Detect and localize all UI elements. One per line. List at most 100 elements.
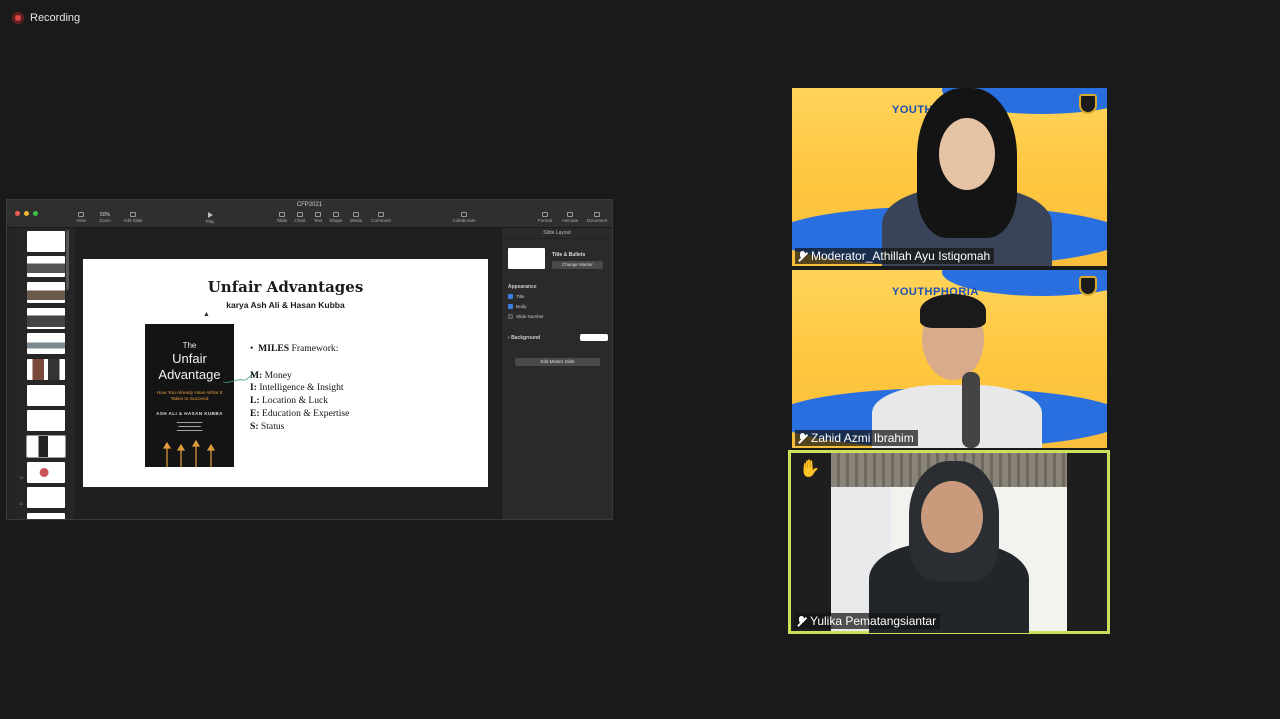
miles-framework-list: • MILES Framework: M: Money I: Intellige… xyxy=(250,343,349,433)
book-cover-tagline: How You Already Have What It Takes to Su… xyxy=(156,391,223,403)
zoom-window-icon[interactable] xyxy=(33,211,38,216)
view-icon xyxy=(78,212,84,217)
mic-muted-icon xyxy=(797,615,806,627)
appearance-heading: Appearance xyxy=(508,284,537,290)
animate-button[interactable]: Animate xyxy=(558,212,582,223)
mouse-cursor-icon: ▲ xyxy=(203,311,210,318)
shield-logo-icon xyxy=(1079,94,1097,114)
view-button[interactable]: View xyxy=(69,212,93,223)
participant-figure xyxy=(872,290,1042,448)
slide-thumbnail[interactable] xyxy=(27,385,65,406)
book-cover-image: The Unfair Advantage How You Already Hav… xyxy=(145,324,234,467)
slide-thumbnail[interactable] xyxy=(27,359,65,380)
animate-icon xyxy=(567,212,573,217)
background-heading[interactable]: › Background xyxy=(508,335,540,341)
microphone-icon xyxy=(962,372,980,448)
inspector-tab-slide-layout[interactable]: Slide Layout xyxy=(502,228,612,239)
book-cover-blurb: ▬▬▬▬▬▬▬▬ ▬▬▬▬▬▬▬ ▬▬▬▬▬▬▬▬ xyxy=(176,420,203,433)
change-master-button[interactable]: Change Master xyxy=(552,261,603,269)
media-button[interactable]: Media xyxy=(344,212,368,223)
participant-name-tag: Moderator_Athillah Ayu Istiqomah xyxy=(795,248,995,264)
recording-label: Recording xyxy=(30,12,81,24)
media-icon xyxy=(353,212,359,217)
slide-number-checkbox[interactable]: Slide Number xyxy=(508,314,544,319)
edit-master-slide-button[interactable]: Edit Master Slide xyxy=(515,358,600,366)
slide-canvas[interactable]: Unfair Advantages karya Ash Ali & Hasan … xyxy=(75,228,501,519)
slide-thumbnail[interactable] xyxy=(27,487,65,508)
master-preview[interactable] xyxy=(508,248,545,269)
slide-thumbnail[interactable] xyxy=(27,333,65,354)
table-icon xyxy=(279,212,285,217)
document-button[interactable]: Document xyxy=(585,212,609,223)
book-cover-the: The xyxy=(182,341,197,350)
participant-video-tile[interactable]: YOUTHPHORIA Zahid Azmi Ibrahim xyxy=(792,270,1107,448)
zoom-button[interactable]: 50% Zoom xyxy=(93,212,117,223)
slide-subtitle: karya Ash Ali & Hasan Kubba xyxy=(226,300,345,310)
participant-name-tag: Yulika Pematangsiantar xyxy=(794,613,941,629)
slide-thumbnail-selected[interactable] xyxy=(27,436,65,457)
play-icon xyxy=(207,212,213,218)
mic-muted-icon xyxy=(798,250,807,262)
format-brush-icon xyxy=(542,212,548,217)
current-slide[interactable]: Unfair Advantages karya Ash Ali & Hasan … xyxy=(83,259,488,487)
collaborate-button[interactable]: Collaborate xyxy=(451,212,477,223)
checkbox-checked-icon xyxy=(508,294,513,299)
participant-name-tag: Zahid Azmi Ibrahim xyxy=(795,430,918,446)
slide-thumbnail[interactable] xyxy=(27,308,65,329)
window-controls xyxy=(15,211,38,216)
meeting-window: Recording CFP2021 View 50% Zoom Add Slide… xyxy=(0,0,1280,719)
slide-thumbnail[interactable] xyxy=(27,462,65,483)
framework-item: L: Location & Luck xyxy=(250,395,329,407)
framework-heading: • MILES Framework: xyxy=(250,343,339,354)
participant-video-tile[interactable]: YOUTHPHORIA Moderator_Athillah Ayu Istiq… xyxy=(792,88,1107,266)
participant-figure xyxy=(882,88,1052,266)
title-checkbox[interactable]: Title xyxy=(508,294,525,299)
shield-logo-icon xyxy=(1079,276,1097,296)
mic-muted-icon xyxy=(798,432,807,444)
book-cover-arrows-graphic xyxy=(162,439,216,467)
book-cover-title-line2: Advantage xyxy=(158,367,221,382)
shared-screen[interactable]: CFP2021 View 50% Zoom Add Slide Play Tabl… xyxy=(6,199,613,520)
chart-icon xyxy=(297,212,303,217)
play-button[interactable]: Play xyxy=(198,212,222,224)
minimize-window-icon[interactable] xyxy=(24,211,29,216)
book-cover-title-line1: Unfair xyxy=(172,351,207,366)
add-slide-button[interactable]: Add Slide xyxy=(121,212,145,223)
participant-name: Moderator_Athillah Ayu Istiqomah xyxy=(811,249,991,263)
slide-navigator[interactable]: 10 11 xyxy=(15,228,73,519)
slide-thumbnail[interactable] xyxy=(27,410,65,431)
document-icon xyxy=(594,212,600,217)
text-icon xyxy=(315,212,321,217)
collaborate-icon xyxy=(461,212,467,217)
document-title: CFP2021 xyxy=(296,202,323,208)
slide-thumbnail[interactable] xyxy=(27,231,65,252)
participant-name: Yulika Pematangsiantar xyxy=(810,614,937,628)
slide-thumbnail[interactable] xyxy=(27,256,65,277)
recording-indicator[interactable]: Recording xyxy=(12,12,80,24)
add-slide-icon xyxy=(130,212,136,217)
format-button[interactable]: Format xyxy=(533,212,557,223)
comment-button[interactable]: Comment xyxy=(369,212,393,223)
active-speaker-tile[interactable]: ✋ Yulika Pematangsiantar xyxy=(788,450,1110,634)
framework-item: I: Intelligence & Insight xyxy=(250,382,344,394)
shape-icon xyxy=(333,212,339,217)
background-color-well[interactable] xyxy=(580,334,608,341)
format-inspector[interactable]: Slide Layout Title & Bullets Change Mast… xyxy=(501,228,612,519)
slide-title: Unfair Advantages xyxy=(207,278,364,296)
layout-name: Title & Bullets xyxy=(552,252,586,258)
navigator-scrollbar[interactable] xyxy=(66,230,69,290)
keynote-toolbar: CFP2021 View 50% Zoom Add Slide Play Tabl… xyxy=(7,200,612,228)
recording-dot-icon xyxy=(12,12,24,24)
checkbox-checked-icon xyxy=(508,304,513,309)
book-cover-curl-graphic xyxy=(223,373,253,383)
checkbox-unchecked-icon xyxy=(508,314,513,319)
slide-thumbnail[interactable] xyxy=(27,513,65,519)
framework-item: E: Education & Expertise xyxy=(250,407,350,419)
book-cover-authors: ASH ALI & HASAN KUBBA xyxy=(156,411,223,416)
close-window-icon[interactable] xyxy=(15,211,20,216)
raise-hand-icon: ✋ xyxy=(799,459,821,478)
body-checkbox[interactable]: Body xyxy=(508,304,526,309)
slide-thumbnail[interactable] xyxy=(27,282,65,303)
comment-icon xyxy=(378,212,384,217)
slide-number: 10 xyxy=(19,475,24,480)
